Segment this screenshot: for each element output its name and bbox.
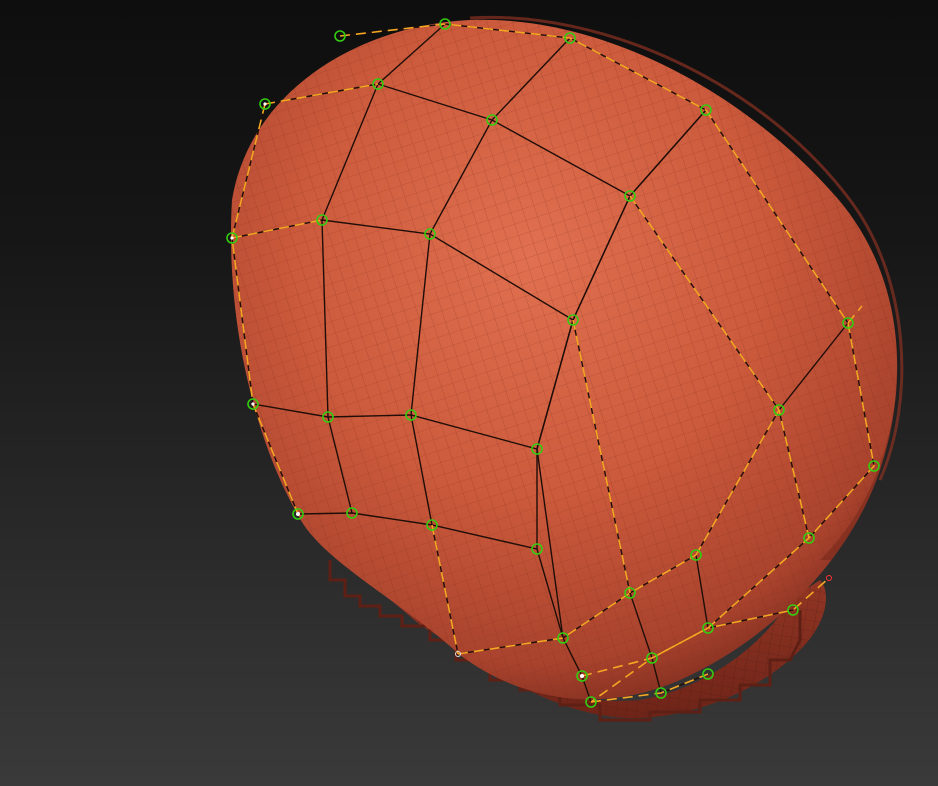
3d-viewport[interactable] (0, 0, 938, 786)
viewport-canvas[interactable] (0, 0, 938, 786)
stray-vertex-red[interactable] (826, 575, 832, 581)
mesh-body[interactable] (200, 0, 938, 786)
